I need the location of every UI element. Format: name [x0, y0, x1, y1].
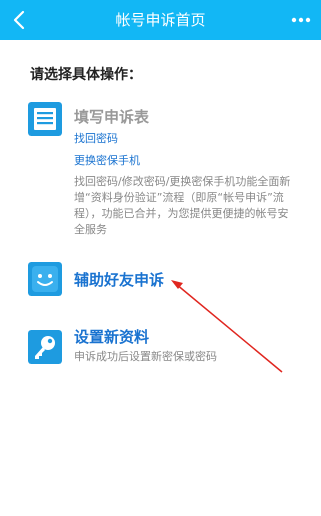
set-new-info-description: 申诉成功后设置新密保或密码 — [74, 350, 217, 363]
change-security-phone-link[interactable]: 更换密保手机 — [74, 152, 140, 168]
form-list-icon — [28, 102, 62, 136]
form-description: 找回密码/修改密码/更换密保手机功能全面新增“资料身份验证”流程（即原“帐号申诉… — [74, 175, 291, 236]
smiley-face-icon — [28, 262, 62, 296]
operation-prompt: 请选择具体操作： — [30, 67, 142, 83]
set-new-info-title[interactable]: 设置新资料 — [74, 326, 149, 347]
key-icon — [28, 330, 62, 364]
friend-assist-appeal-title[interactable]: 辅助好友申诉 — [74, 269, 164, 290]
more-button[interactable] — [289, 10, 313, 30]
fill-form-title[interactable]: 填写申诉表 — [74, 106, 149, 127]
app-header: 帐号申诉首页 — [0, 0, 321, 40]
recover-password-link[interactable]: 找回密码 — [74, 130, 118, 146]
page-title: 帐号申诉首页 — [115, 11, 206, 29]
more-dots-icon — [291, 17, 311, 23]
